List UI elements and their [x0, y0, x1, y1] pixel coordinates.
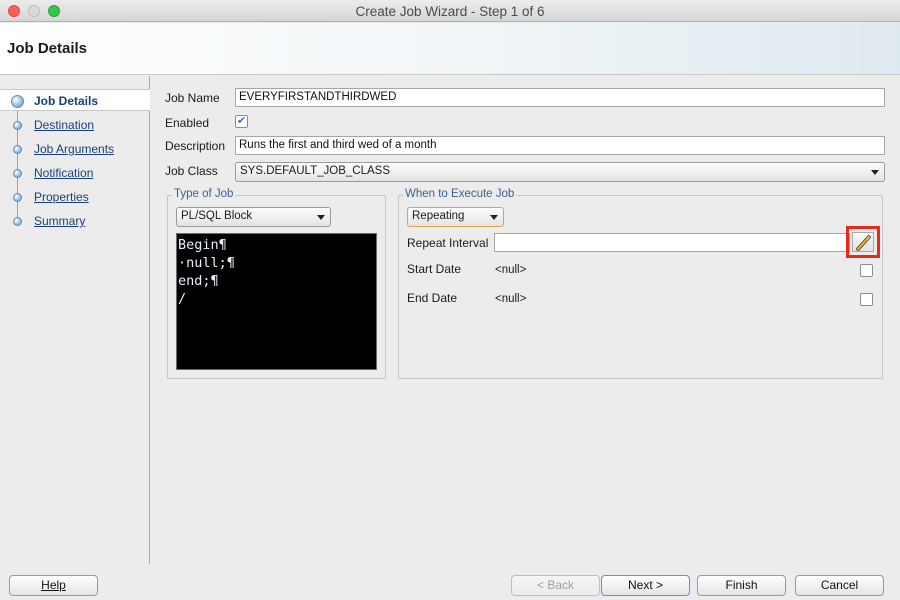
step-active-icon	[11, 95, 24, 108]
repeat-interval-field[interactable]	[494, 233, 850, 252]
end-date-checkbox[interactable]	[860, 293, 873, 306]
back-button[interactable]: < Back	[511, 575, 600, 596]
description-field[interactable]: Runs the first and third wed of a month	[235, 136, 885, 155]
step-destination[interactable]: Destination	[0, 114, 150, 136]
job-name-field[interactable]: EVERYFIRSTANDTHIRDWED	[235, 88, 885, 107]
job-type-select[interactable]: PL/SQL Block	[176, 207, 331, 227]
when-to-execute-legend: When to Execute Job	[403, 188, 517, 200]
page-title: Job Details	[7, 40, 88, 57]
job-class-label: Job Class	[165, 164, 218, 178]
end-date-value: <null>	[495, 293, 527, 305]
edit-repeat-interval-highlight	[846, 226, 880, 258]
step-properties[interactable]: Properties	[0, 186, 150, 208]
wizard-steps-panel: Job Details Destination Job Arguments No…	[0, 76, 150, 564]
enabled-checkbox[interactable]: ✔	[235, 115, 248, 128]
step-label: Summary	[34, 214, 86, 228]
window-title: Create Job Wizard - Step 1 of 6	[355, 4, 545, 19]
wizard-header: Job Details	[0, 23, 900, 75]
start-date-checkbox[interactable]	[860, 264, 873, 277]
checkmark-icon: ✔	[236, 115, 247, 127]
step-label: Destination	[34, 118, 95, 132]
description-label: Description	[165, 139, 226, 153]
job-class-select[interactable]: SYS.DEFAULT_JOB_CLASS	[235, 162, 885, 182]
chevron-down-icon	[871, 170, 879, 175]
next-button-label: Next >	[627, 578, 663, 592]
edit-repeat-interval-button[interactable]	[852, 232, 874, 252]
help-button[interactable]: Help	[9, 575, 98, 596]
step-label: Job Arguments	[34, 142, 115, 156]
step-job-arguments[interactable]: Job Arguments	[0, 138, 150, 160]
step-summary[interactable]: Summary	[0, 210, 150, 232]
next-button[interactable]: Next >	[601, 575, 690, 596]
step-notification[interactable]: Notification	[0, 162, 150, 184]
start-date-value: <null>	[495, 264, 527, 276]
window-titlebar: Create Job Wizard - Step 1 of 6	[0, 0, 900, 22]
chevron-down-icon	[490, 215, 498, 220]
cancel-button-label: Cancel	[820, 578, 859, 592]
finish-button-label: Finish	[725, 578, 758, 592]
schedule-type-value: Repeating	[412, 210, 465, 222]
finish-button[interactable]: Finish	[697, 575, 786, 596]
plsql-code-editor[interactable]: Begin¶ ·null;¶ end;¶ /	[176, 233, 377, 370]
end-date-label: End Date	[407, 291, 458, 305]
step-label: Notification	[34, 166, 94, 180]
step-icon	[13, 145, 22, 154]
chevron-down-icon	[317, 215, 325, 220]
step-icon	[13, 169, 22, 178]
help-button-label: Help	[41, 578, 66, 592]
step-icon	[13, 217, 22, 226]
repeat-interval-label: Repeat Interval	[407, 236, 489, 250]
step-label: Properties	[34, 190, 89, 204]
step-icon	[13, 193, 22, 202]
back-button-label: < Back	[536, 578, 575, 592]
pencil-icon	[856, 235, 871, 251]
type-of-job-legend: Type of Job	[172, 188, 236, 200]
step-icon	[13, 121, 22, 130]
step-job-details[interactable]: Job Details	[0, 89, 150, 111]
job-type-value: PL/SQL Block	[181, 210, 253, 222]
start-date-label: Start Date	[407, 262, 462, 276]
job-class-value: SYS.DEFAULT_JOB_CLASS	[240, 165, 390, 177]
job-name-label: Job Name	[165, 91, 220, 105]
schedule-type-select[interactable]: Repeating	[407, 207, 504, 227]
cancel-button[interactable]: Cancel	[795, 575, 884, 596]
enabled-label: Enabled	[165, 116, 210, 130]
step-label: Job Details	[34, 94, 99, 108]
